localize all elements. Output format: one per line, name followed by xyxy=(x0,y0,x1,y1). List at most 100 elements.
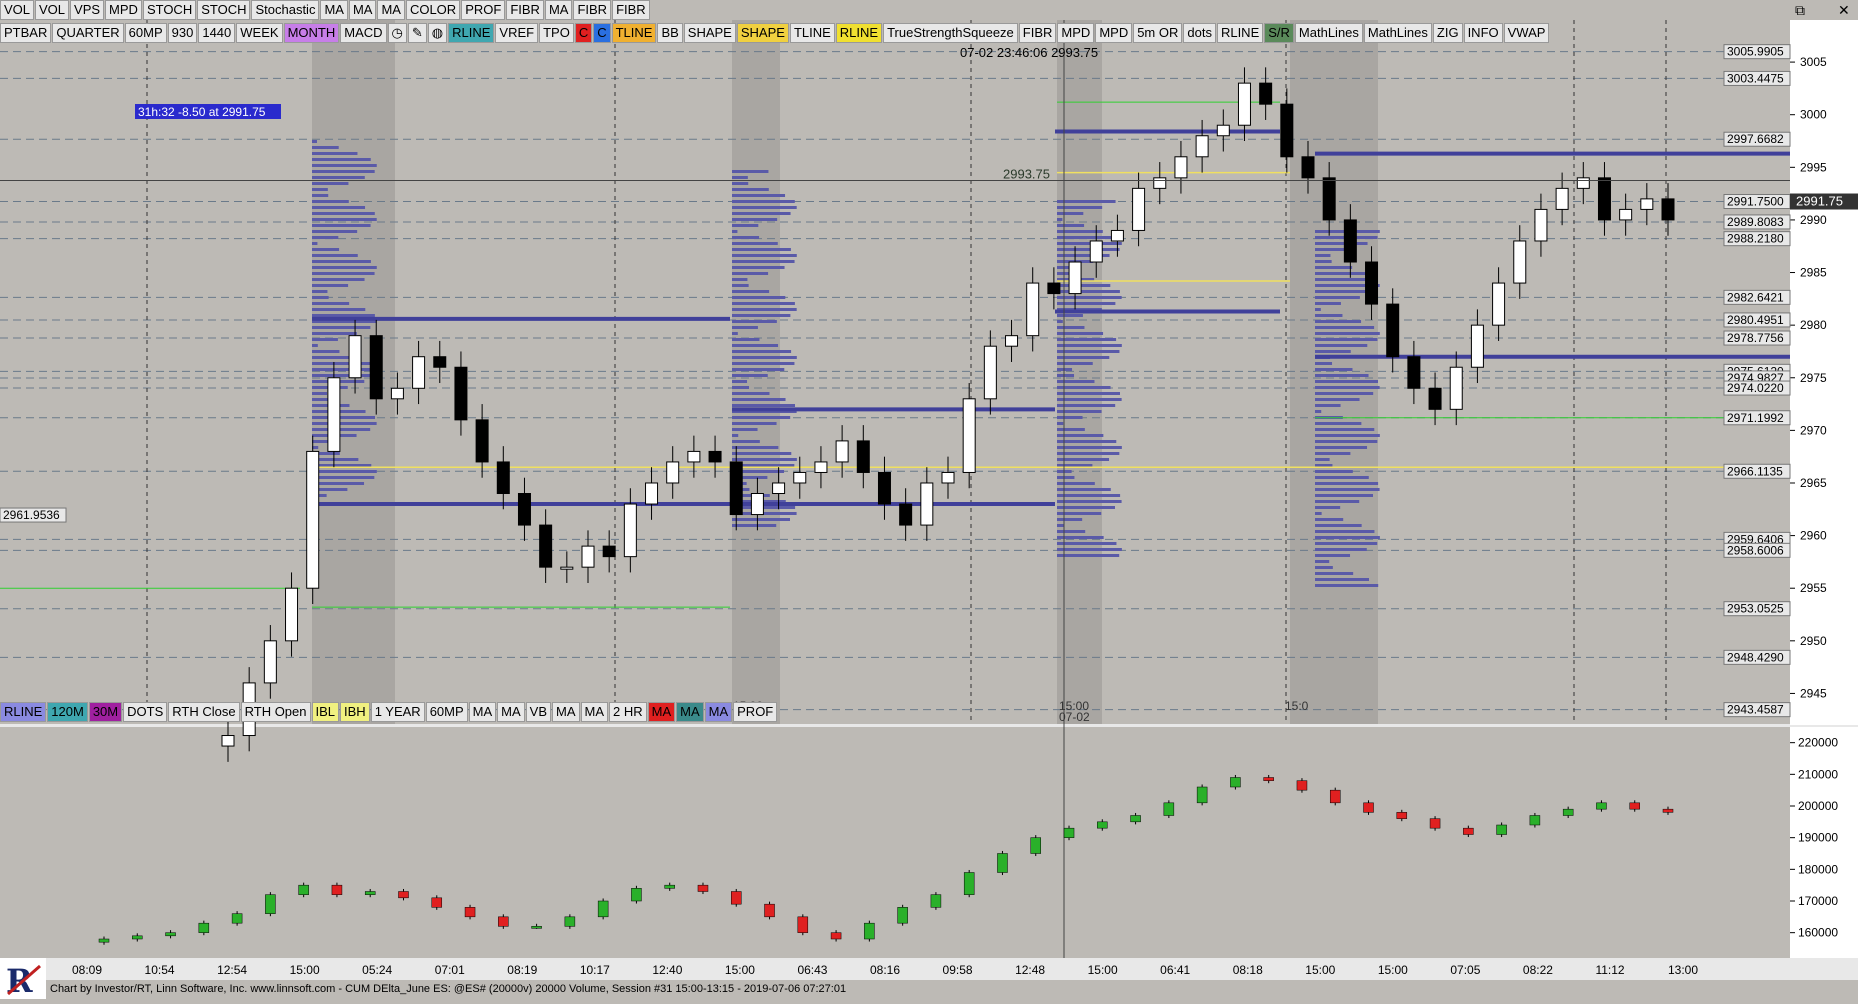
second-toolbar-button-12[interactable]: VREF xyxy=(495,23,539,43)
second-toolbar-button-23[interactable]: FIBR xyxy=(1018,23,1057,43)
second-toolbar-button-8[interactable]: ◷ xyxy=(387,23,407,43)
bottom-toolbar-button-16[interactable]: MA xyxy=(647,702,676,722)
delta-bar-15 xyxy=(597,900,609,918)
volume-profile-bar-0-42 xyxy=(312,392,328,395)
bottom-toolbar-button-8[interactable]: 1 YEAR xyxy=(370,702,425,722)
volume-profile-bar-3-44 xyxy=(1315,494,1373,497)
second-toolbar-button-3[interactable]: 930 xyxy=(167,23,198,43)
second-toolbar-button-1[interactable]: QUARTER xyxy=(52,23,124,43)
second-toolbar-button-2[interactable]: 60MP xyxy=(124,23,167,43)
bottom-toolbar-button-1[interactable]: 120M xyxy=(47,702,88,722)
volume-profile-bar-0-27 xyxy=(312,302,350,305)
bottom-toolbar-button-17[interactable]: MA xyxy=(676,702,704,722)
top-toolbar-button-4[interactable]: STOCH xyxy=(142,0,197,20)
volume-profile-bar-2-26 xyxy=(1057,356,1110,359)
time-label-11: 08:16 xyxy=(870,963,900,977)
second-toolbar-button-9[interactable]: ✎ xyxy=(407,23,427,43)
bottom-toolbar-button-7[interactable]: IBH xyxy=(340,702,370,722)
volume-profile-bar-2-4 xyxy=(1057,224,1085,227)
second-toolbar-button-17[interactable]: BB xyxy=(657,23,683,43)
second-toolbar-button-10[interactable]: ◍ xyxy=(427,23,448,43)
second-toolbar-button-32[interactable]: ZIG xyxy=(1432,23,1463,43)
bottom-toolbar-button-3[interactable]: DOTS xyxy=(123,702,168,722)
top-toolbar-button-5[interactable]: STOCH xyxy=(197,0,251,20)
second-toolbar-button-6[interactable]: MONTH xyxy=(283,23,340,43)
close-window-icon[interactable]: ✕ xyxy=(1838,2,1850,19)
volume-profile-bar-1-8 xyxy=(732,218,778,221)
volume-profile-bar-3-24 xyxy=(1315,374,1369,377)
candle-body-0 xyxy=(221,735,235,747)
price-tick-label-9: 2960 xyxy=(1800,529,1827,543)
bottom-toolbar-button-14[interactable]: MA xyxy=(580,702,609,722)
candle-body-60 xyxy=(1492,282,1506,326)
volume-profile-bar-2-6 xyxy=(1057,236,1116,239)
bottom-toolbar-button-12[interactable]: VB xyxy=(525,702,552,722)
candle-body-64 xyxy=(1576,177,1590,189)
volume-profile-bar-0-16 xyxy=(312,236,339,239)
second-toolbar-button-27[interactable]: dots xyxy=(1183,23,1216,43)
price-chart[interactable]: 3005 3000 2995 2990 2985 2980 2975 2970 2965 2960… xyxy=(0,0,1858,999)
volume-profile-bar-0-12 xyxy=(312,212,375,215)
bottom-toolbar-button-19[interactable]: PROF xyxy=(733,702,778,722)
top-toolbar-button-6[interactable]: Stochastic xyxy=(251,0,320,20)
second-toolbar-button-34[interactable]: VWAP xyxy=(1503,23,1550,43)
second-toolbar-button-4[interactable]: 1440 xyxy=(198,23,236,43)
delta-bar-38 xyxy=(1363,802,1374,813)
top-toolbar-button-1[interactable]: VOL xyxy=(35,0,70,20)
second-toolbar-button-13[interactable]: TPO xyxy=(539,23,574,43)
volume-profile-bar-1-59 xyxy=(732,524,777,527)
top-toolbar-button-0[interactable]: VOL xyxy=(0,0,35,20)
second-toolbar-button-33[interactable]: INFO xyxy=(1463,23,1503,43)
top-toolbar-button-3[interactable]: MPD xyxy=(105,0,142,20)
second-toolbar-button-16[interactable]: TLINE xyxy=(611,23,657,43)
second-toolbar-button-21[interactable]: RLINE xyxy=(835,23,883,43)
bottom-toolbar-button-2[interactable]: 30M xyxy=(88,702,123,722)
second-toolbar-button-7[interactable]: MACD xyxy=(340,23,387,43)
second-toolbar-button-15[interactable]: C xyxy=(593,23,611,43)
second-toolbar-button-18[interactable]: SHAPE xyxy=(683,23,736,43)
bottom-toolbar-button-0[interactable]: RLINE xyxy=(0,702,47,722)
restore-window-icon[interactable]: ⧉ xyxy=(1795,2,1805,19)
top-toolbar-button-2[interactable]: VPS xyxy=(70,0,105,20)
bottom-toolbar-button-13[interactable]: MA xyxy=(552,702,580,722)
top-toolbar-button-12[interactable]: FIBR xyxy=(506,0,544,20)
top-toolbar-button-14[interactable]: FIBR xyxy=(573,0,612,20)
top-toolbar-button-7[interactable]: MA xyxy=(320,0,348,20)
bottom-toolbar-button-6[interactable]: IBL xyxy=(311,702,340,722)
bottom-toolbar-button-18[interactable]: MA xyxy=(704,702,733,722)
volume-profile-bar-3-32 xyxy=(1315,422,1362,425)
second-toolbar-button-19[interactable]: SHAPE xyxy=(736,23,789,43)
delta-bar-30 xyxy=(1097,821,1108,829)
bottom-toolbar-button-15[interactable]: 2 HR xyxy=(609,702,647,722)
second-toolbar-button-31[interactable]: MathLines xyxy=(1363,23,1432,43)
second-toolbar-button-29[interactable]: S/R xyxy=(1264,23,1294,43)
top-toolbar-button-13[interactable]: MA xyxy=(544,0,573,20)
second-toolbar-button-26[interactable]: 5m OR xyxy=(1133,23,1183,43)
bottom-toolbar-button-11[interactable]: MA xyxy=(497,702,525,722)
second-toolbar-button-0[interactable]: PTBAR xyxy=(0,23,52,43)
bottom-toolbar-button-9[interactable]: 60MP xyxy=(425,702,468,722)
volume-profile-bar-2-38 xyxy=(1057,428,1085,431)
second-toolbar-button-30[interactable]: MathLines xyxy=(1294,23,1363,43)
second-toolbar-button-5[interactable]: WEEK xyxy=(236,23,283,43)
second-toolbar-button-11[interactable]: RLINE xyxy=(448,23,495,43)
price-label-5: 2988.2180 xyxy=(1727,232,1784,246)
delta-bar-36 xyxy=(1296,780,1308,791)
volume-profile-bar-3-58 xyxy=(1315,578,1370,581)
bottom-toolbar-button-4[interactable]: RTH Close xyxy=(168,702,240,722)
second-toolbar-button-22[interactable]: TrueStrengthSqueeze xyxy=(883,23,1018,43)
bottom-toolbar-button-10[interactable]: MA xyxy=(468,702,497,722)
top-toolbar-button-11[interactable]: PROF xyxy=(461,0,506,20)
top-toolbar-button-15[interactable]: FIBR xyxy=(612,0,650,20)
volume-profile-bar-2-36 xyxy=(1057,416,1083,419)
volume-profile-bar-2-51 xyxy=(1057,506,1115,509)
second-toolbar-button-24[interactable]: MPD xyxy=(1057,23,1095,43)
second-toolbar-button-14[interactable]: C xyxy=(574,23,593,43)
second-toolbar-button-25[interactable]: MPD xyxy=(1095,23,1133,43)
top-toolbar-button-10[interactable]: COLOR xyxy=(405,0,461,20)
top-toolbar-button-8[interactable]: MA xyxy=(348,0,377,20)
second-toolbar-button-20[interactable]: TLINE xyxy=(789,23,835,43)
second-toolbar-button-28[interactable]: RLINE xyxy=(1216,23,1264,43)
bottom-toolbar-button-5[interactable]: RTH Open xyxy=(240,702,311,722)
top-toolbar-button-9[interactable]: MA xyxy=(377,0,405,20)
